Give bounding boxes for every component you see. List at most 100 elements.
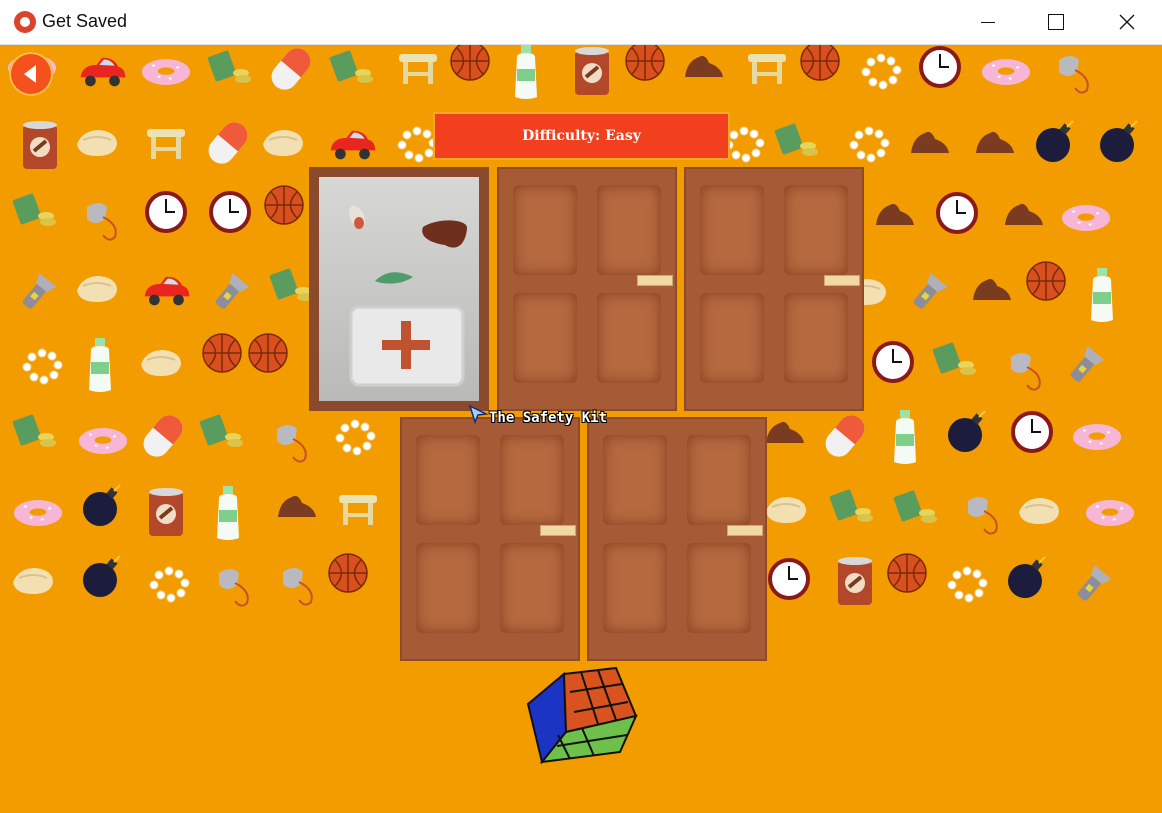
bomb-icon [78,481,128,531]
clock-icon [915,45,965,92]
pointer-cursor-icon [468,404,488,424]
flashlight-icon [903,268,953,318]
stool-icon [333,484,383,534]
clock-icon [1007,407,1057,457]
whistle-icon [958,489,1008,539]
flashlight-icon [12,268,62,318]
door-panel [597,293,661,383]
stool-icon [393,45,443,93]
flashlight-icon [205,268,255,318]
door-panel [700,293,764,383]
flashlight-icon [1060,341,1110,391]
water-bottle-icon [1077,268,1127,322]
back-button[interactable] [9,52,53,96]
money-icon [772,115,822,165]
basketball-icon [259,180,309,230]
clock-icon [932,188,982,238]
basketball-icon [323,548,373,598]
pill-icon [138,411,188,461]
door-panel [687,543,751,633]
water-bottle-icon [75,338,125,392]
canned-food-icon [567,47,617,97]
close-button[interactable] [1104,0,1150,44]
door-handle [824,275,860,286]
safety-kit-icon [348,205,468,387]
door-2[interactable] [497,167,677,411]
clock-icon [141,187,191,237]
pill-icon [203,118,253,168]
money-icon [327,45,377,92]
pill-icon [266,45,316,94]
pearl-necklace-icon [145,560,195,610]
door-4[interactable] [400,417,580,661]
app-icon [14,11,36,33]
pearl-necklace-icon [18,342,68,392]
pastry-icon [72,118,122,168]
donut-icon [1085,488,1135,538]
donut-icon [141,47,191,97]
water-bottle-icon [501,45,551,99]
basketball-icon [197,328,247,378]
bomb-icon [1003,553,1053,603]
door-5[interactable] [587,417,767,661]
money-icon [197,406,247,456]
door-panel [603,435,667,525]
money-icon [10,406,60,456]
pastry-icon [136,338,186,388]
basketball-icon [1021,256,1071,306]
door-3[interactable] [684,167,864,411]
bomb-icon [78,552,128,602]
stool-icon [141,118,191,168]
door-1-open[interactable] [309,167,489,411]
bomb-icon [1031,117,1081,167]
money-icon [827,481,877,531]
door-panel [597,185,661,275]
whistle-icon [77,195,127,245]
clock-icon [205,187,255,237]
money-icon [891,482,941,532]
money-icon [205,45,255,92]
water-bottle-icon [203,486,253,540]
door-panel [500,435,564,525]
whistle-icon [209,561,259,611]
basketball-icon [620,45,670,86]
shoe-icon [272,482,322,532]
basketball-icon [795,45,845,86]
shoe-icon [679,45,729,92]
close-icon [1119,14,1135,30]
pearl-necklace-icon [331,413,381,463]
water-bottle-icon [880,410,930,464]
flashlight-icon [1067,560,1117,610]
shoe-icon [870,190,920,240]
donut-icon [1061,193,1111,243]
canned-food-icon [830,557,880,607]
money-icon [10,185,60,235]
minimize-icon [981,21,995,23]
maximize-button[interactable] [1033,0,1079,44]
shoe-icon [999,190,1049,240]
pastry-icon [72,264,122,314]
door-panel [513,185,577,275]
donut-icon [1072,412,1122,462]
pastry-icon [761,485,811,535]
door-panel [500,543,564,633]
maximize-icon [1048,14,1064,30]
stool-icon [742,45,792,93]
donut-icon [13,488,63,538]
clock-icon [868,337,918,387]
pastry-icon [1014,486,1064,536]
whistle-icon [1001,345,1051,395]
bomb-icon [1095,117,1145,167]
pill-icon [820,411,870,461]
rubiks-cube-icon[interactable] [524,662,640,766]
shoe-icon [760,408,810,458]
door-handle [637,275,673,286]
selected-item-label: The Safety Kit [489,410,608,426]
minimize-button[interactable] [965,0,1011,44]
door-panel [416,543,480,633]
window-title: Get Saved [42,11,128,31]
shoe-icon [905,118,955,168]
pearl-necklace-icon [845,120,895,170]
basketball-icon [445,45,495,86]
clock-icon [764,554,814,604]
